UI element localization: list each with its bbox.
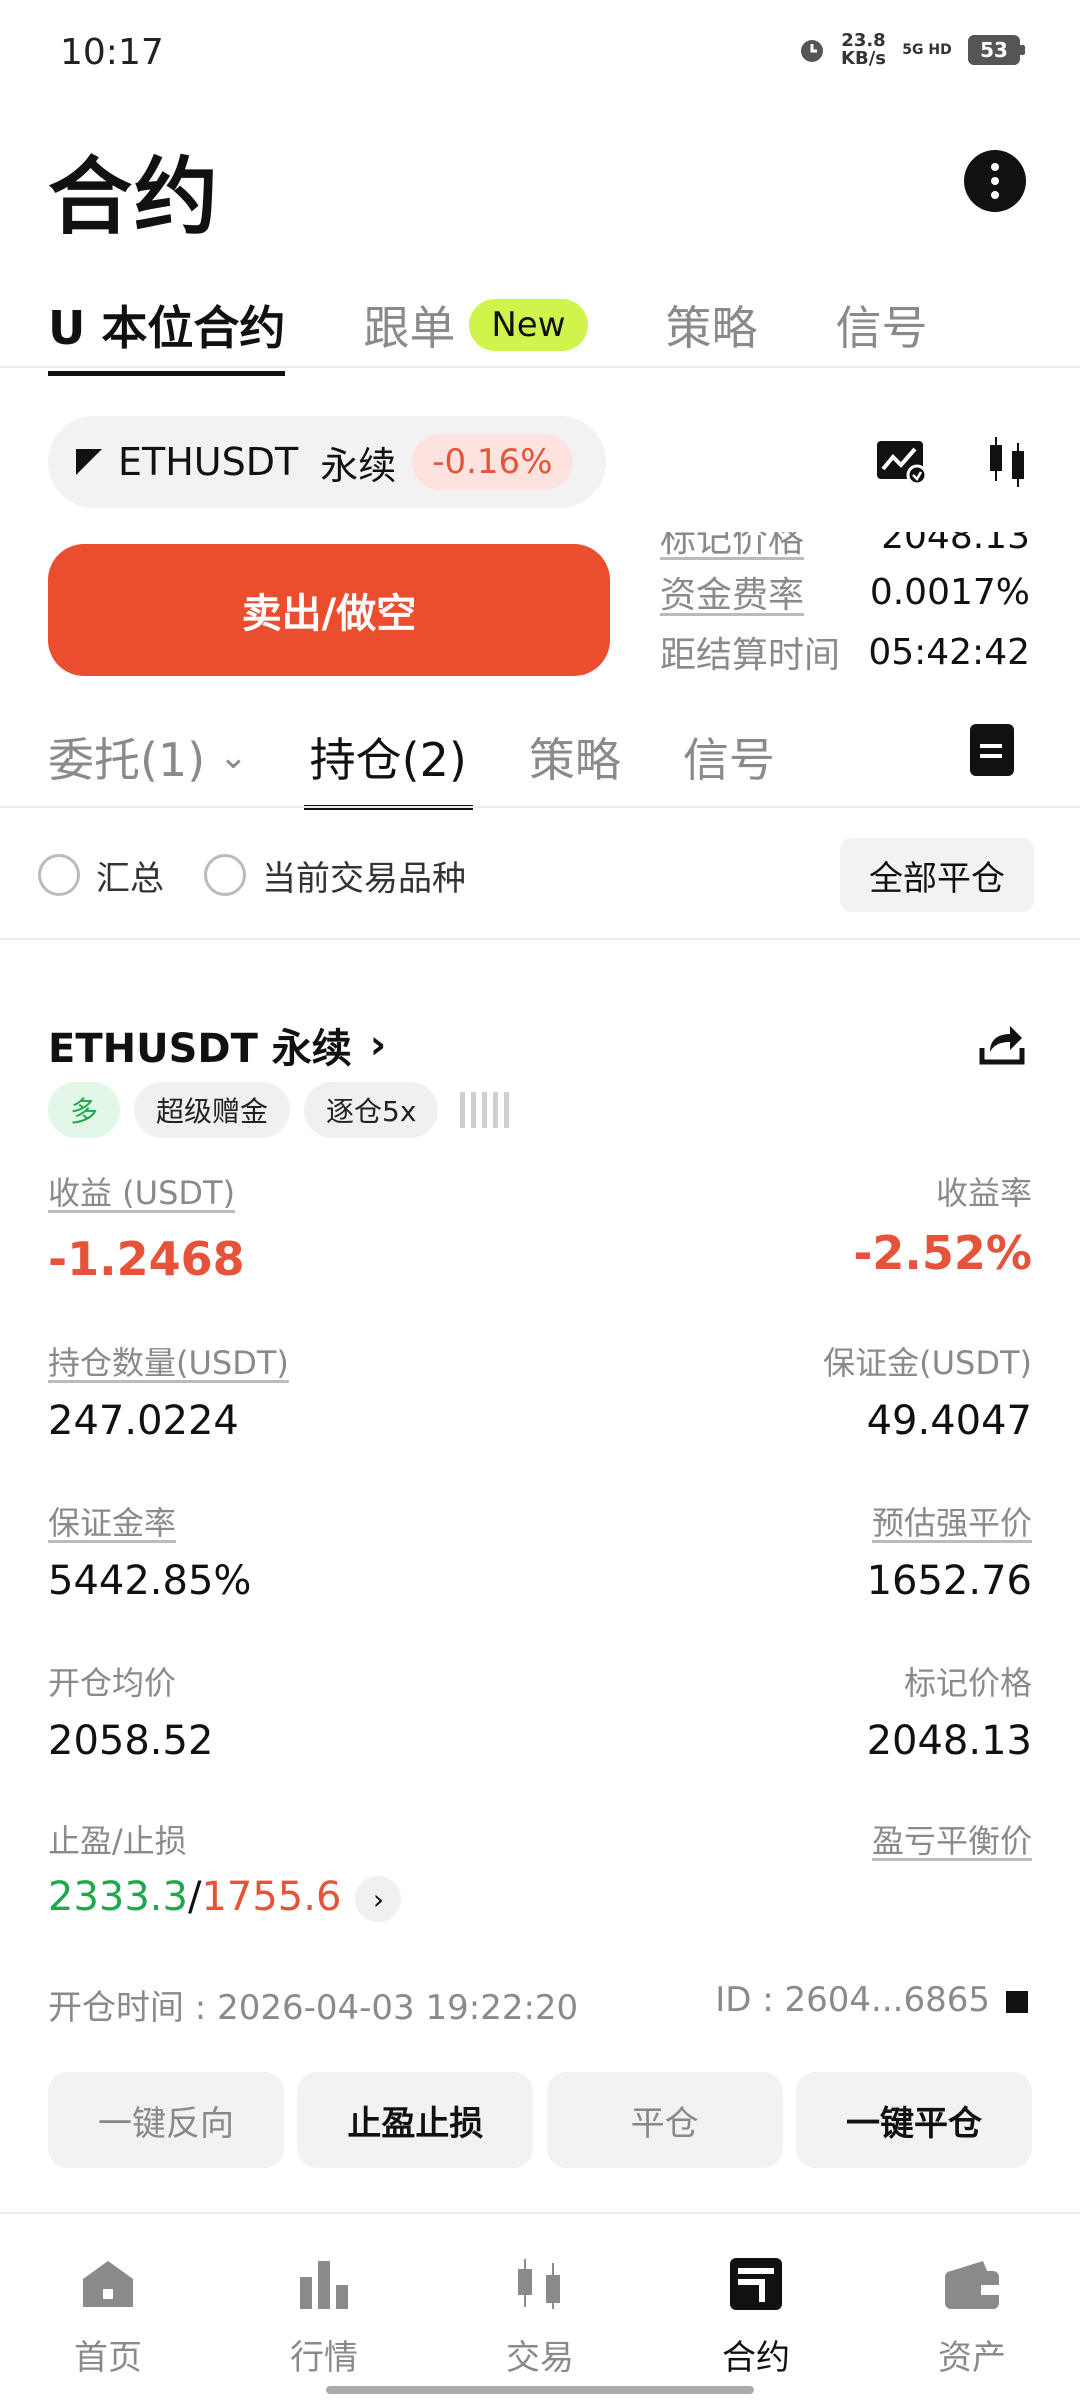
chevron-right-icon: › bbox=[355, 1876, 402, 1922]
tab-copy-trading[interactable]: 跟单 New bbox=[363, 280, 588, 370]
symbol-name: ETHUSDT bbox=[118, 440, 299, 484]
contract-icon bbox=[726, 2254, 786, 2314]
close-position-button[interactable]: 平仓 bbox=[546, 2072, 783, 2168]
nav-assets[interactable]: 资产 bbox=[864, 2214, 1080, 2400]
tab-strategy[interactable]: 策略 bbox=[666, 280, 758, 370]
divider bbox=[0, 366, 1080, 368]
tab-signal[interactable]: 信号 bbox=[836, 280, 928, 370]
radio-icon bbox=[204, 854, 246, 896]
radio-icon bbox=[38, 854, 80, 896]
copy-icon[interactable] bbox=[1006, 1990, 1028, 2013]
bonus-tag: 超级赠金 bbox=[134, 1082, 291, 1138]
stop-loss-value: 1755.6 bbox=[201, 1874, 342, 1920]
margin-label: 保证金(USDT) bbox=[823, 1344, 1032, 1382]
symbol-flag-icon bbox=[76, 449, 102, 475]
sell-short-button[interactable]: 卖出/做空 bbox=[48, 544, 610, 676]
tab-strategy-sub[interactable]: 策略 bbox=[529, 712, 621, 802]
tab-orders[interactable]: 委托(1) ⌄ bbox=[48, 712, 248, 802]
market-close-button[interactable]: 一键平仓 bbox=[795, 2072, 1032, 2168]
margin-value: 49.4047 bbox=[866, 1398, 1032, 1444]
wallet-icon bbox=[942, 2254, 1002, 2314]
adl-indicator bbox=[460, 1092, 510, 1128]
size-label[interactable]: 持仓数量(USDT) bbox=[48, 1338, 289, 1384]
status-time: 10:17 bbox=[60, 32, 164, 73]
bottom-nav: 首页 行情 交易 合约 资产 bbox=[0, 2212, 1080, 2400]
roe-label: 收益率 bbox=[935, 1174, 1032, 1212]
network-type: 5G HD bbox=[902, 42, 952, 58]
tab-usdt-futures[interactable]: U 本位合约 bbox=[48, 280, 286, 376]
symbol-type: 永续 bbox=[320, 443, 397, 488]
pnl-label[interactable]: 收益 (USDT) bbox=[48, 1168, 235, 1214]
take-profit-value: 2333.3 bbox=[48, 1874, 188, 1920]
nav-market[interactable]: 行情 bbox=[216, 2214, 432, 2400]
position-title[interactable]: ETHUSDT 永续 › bbox=[48, 1016, 386, 1074]
main-tabs: U 本位合约 跟单 New 策略 信号 bbox=[48, 280, 1006, 376]
info-mark-price: 标记价格 2048.13 bbox=[660, 515, 1030, 560]
divider bbox=[0, 806, 1080, 808]
more-menu-button[interactable] bbox=[964, 150, 1026, 212]
mark-price-value: 2048.13 bbox=[866, 1718, 1032, 1764]
home-indicator bbox=[326, 2386, 754, 2394]
nav-trade[interactable]: 交易 bbox=[432, 2214, 648, 2400]
order-history-icon[interactable] bbox=[970, 724, 1014, 776]
symbol-selector[interactable]: ETHUSDT 永续 -0.16% bbox=[48, 416, 606, 508]
nav-contract[interactable]: 合约 bbox=[648, 2214, 864, 2400]
liq-price-value: 1652.76 bbox=[866, 1558, 1032, 1604]
dot-icon bbox=[991, 177, 999, 185]
position-tags: 多 超级赠金 逐仓5x bbox=[48, 1082, 510, 1138]
current-symbol-radio[interactable]: 当前交易品种 bbox=[204, 851, 466, 900]
candlestick-icon bbox=[990, 437, 1024, 487]
position-actions: 一键反向 止盈止损 平仓 一键平仓 bbox=[48, 2072, 1032, 2168]
side-tag: 多 bbox=[48, 1082, 121, 1138]
tpsl-label: 止盈/止损 bbox=[48, 1822, 187, 1860]
position-id: ID : 2604...6865 bbox=[715, 1980, 1028, 2020]
chart-icon bbox=[294, 2254, 354, 2314]
dot-icon bbox=[991, 163, 999, 171]
position-tabs: 委托(1) ⌄ 持仓(2) 策略 信号 bbox=[48, 712, 837, 810]
price-change-badge: -0.16% bbox=[412, 434, 573, 490]
tab-positions[interactable]: 持仓(2) bbox=[303, 712, 474, 810]
divider bbox=[0, 938, 1080, 940]
entry-price-label: 开仓均价 bbox=[48, 1664, 177, 1702]
open-time: 开仓时间 : 2026-04-03 19:22:20 bbox=[48, 1988, 579, 2028]
status-bar: 10:17 23.8 KB/s 5G HD 53 bbox=[0, 0, 1080, 110]
dot-icon bbox=[991, 191, 999, 199]
chart-settings-button[interactable] bbox=[870, 430, 934, 494]
nav-home[interactable]: 首页 bbox=[0, 2214, 216, 2400]
chart-settings-icon bbox=[877, 441, 928, 485]
candle-icon bbox=[510, 2254, 570, 2314]
tpsl-values[interactable]: 2333.3/1755.6 › bbox=[48, 1874, 402, 1922]
liq-price-label[interactable]: 预估强平价 bbox=[872, 1498, 1032, 1544]
reverse-button[interactable]: 一键反向 bbox=[48, 2072, 284, 2168]
tpsl-button[interactable]: 止盈止损 bbox=[297, 2072, 534, 2168]
leverage-tag: 逐仓5x bbox=[304, 1082, 439, 1138]
home-icon bbox=[78, 2254, 138, 2314]
entry-price-value: 2058.52 bbox=[48, 1718, 214, 1764]
info-funding-rate: 资金费率 0.0017% bbox=[660, 571, 1030, 617]
close-all-button[interactable]: 全部平仓 bbox=[840, 838, 1034, 912]
tab-signal-sub[interactable]: 信号 bbox=[683, 712, 775, 802]
summary-radio[interactable]: 汇总 bbox=[38, 851, 164, 900]
candlestick-button[interactable] bbox=[976, 430, 1040, 494]
chevron-right-icon: › bbox=[369, 1022, 387, 1068]
battery-icon: 53 bbox=[968, 35, 1025, 65]
size-value: 247.0224 bbox=[48, 1398, 239, 1444]
chevron-down-icon: ⌄ bbox=[219, 737, 248, 777]
network-speed: 23.8 KB/s bbox=[841, 30, 886, 69]
margin-ratio-label[interactable]: 保证金率 bbox=[48, 1498, 176, 1544]
mark-price-label: 标记价格 bbox=[903, 1664, 1032, 1702]
share-icon bbox=[979, 1026, 1025, 1065]
info-settlement-time: 距结算时间 05:42:42 bbox=[660, 631, 1030, 677]
share-button[interactable] bbox=[976, 1018, 1028, 1068]
new-badge: New bbox=[469, 299, 588, 351]
margin-ratio-value: 5442.85% bbox=[48, 1558, 252, 1604]
breakeven-label[interactable]: 盈亏平衡价 bbox=[872, 1816, 1032, 1862]
alarm-icon bbox=[801, 40, 824, 62]
status-icons: 23.8 KB/s 5G HD 53 bbox=[797, 30, 1025, 69]
page-title: 合约 bbox=[48, 148, 221, 246]
roe-value: -2.52% bbox=[853, 1226, 1032, 1280]
pnl-value: -1.2468 bbox=[48, 1232, 245, 1286]
filter-row: 汇总 当前交易品种 bbox=[38, 840, 506, 910]
